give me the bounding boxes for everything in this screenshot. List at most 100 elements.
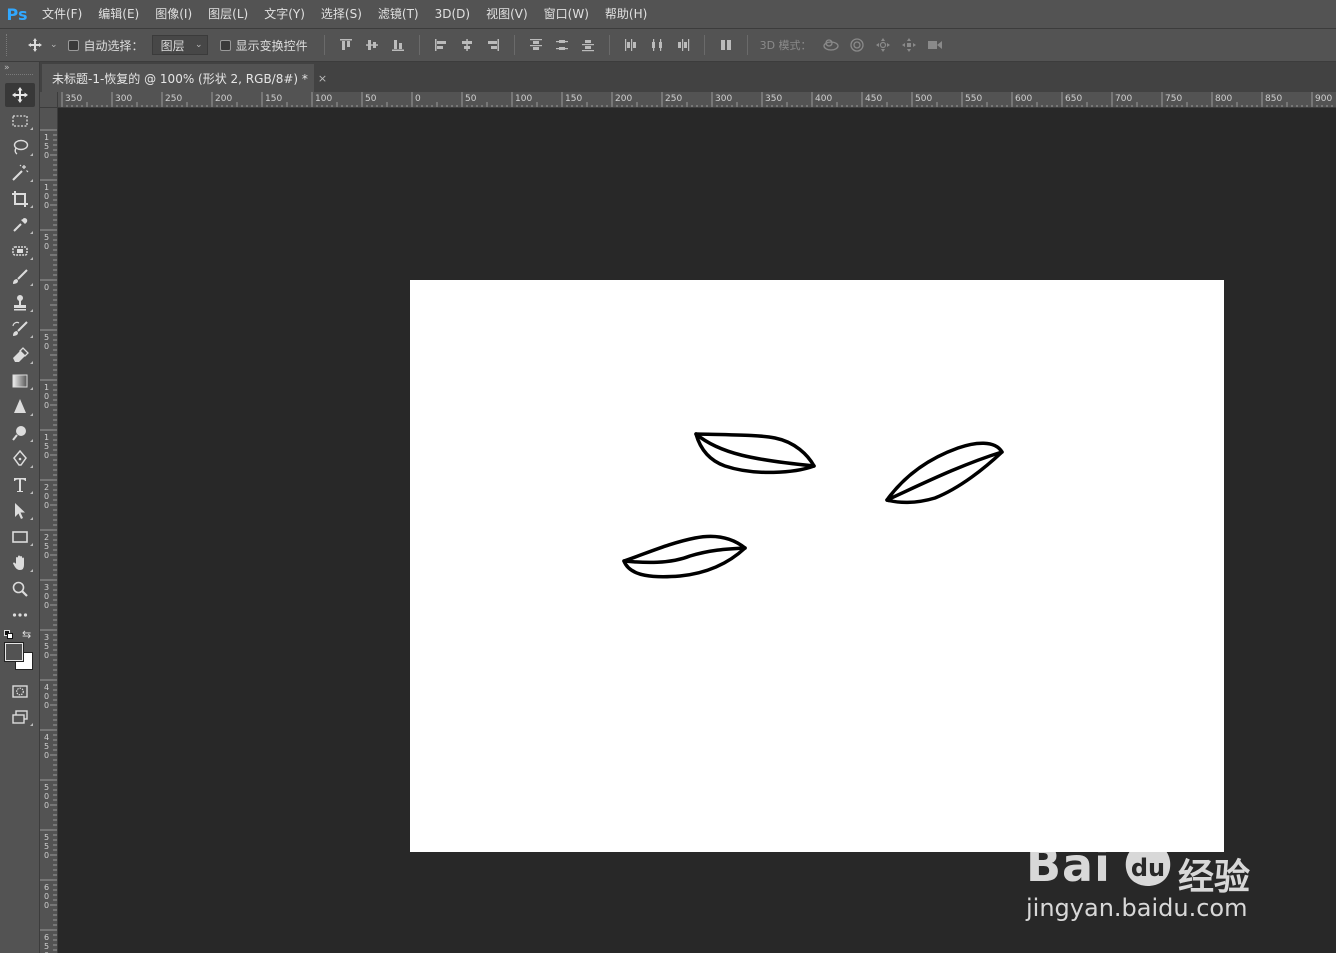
ruler-label: 0 bbox=[415, 94, 421, 104]
move-tool[interactable] bbox=[0, 82, 40, 108]
divider bbox=[513, 35, 515, 55]
document-canvas[interactable] bbox=[410, 280, 1224, 852]
slide-3d-icon[interactable] bbox=[896, 33, 922, 57]
ruler-label: 3 bbox=[44, 583, 49, 592]
checkbox-box[interactable] bbox=[67, 39, 79, 51]
align-right-icon[interactable] bbox=[480, 33, 506, 57]
menu-type[interactable]: 文字(Y) bbox=[256, 0, 313, 28]
orbit-3d-icon[interactable] bbox=[818, 33, 844, 57]
horizontal-ruler[interactable]: 350 300 250 200 150 100 50 0 50 100 150 200 250 300 35… bbox=[58, 92, 1336, 108]
menu-view[interactable]: 视图(V) bbox=[478, 0, 536, 28]
distribute-right-icon[interactable] bbox=[670, 33, 696, 57]
ruler-label: 0 bbox=[44, 692, 49, 701]
brush-tool[interactable] bbox=[0, 264, 40, 290]
divider bbox=[323, 35, 325, 55]
ruler-label: 0 bbox=[44, 192, 49, 201]
spot-healing-tool[interactable] bbox=[0, 238, 40, 264]
crop-tool[interactable] bbox=[0, 186, 40, 212]
pan-3d-icon[interactable] bbox=[870, 33, 896, 57]
align-vertical-center-icon[interactable] bbox=[359, 33, 385, 57]
horizontal-ruler-scale: 350 300 250 200 150 100 50 0 50 100 150 200 250 300 35… bbox=[61, 92, 1333, 107]
leaf-shape-2[interactable] bbox=[885, 441, 1004, 505]
ruler-label: 0 bbox=[44, 501, 49, 510]
ruler-label: 5 bbox=[44, 542, 49, 551]
document-title: 未标题-1-恢复的 @ 100% (形状 2, RGB/8#) * bbox=[52, 71, 308, 86]
menu-layer[interactable]: 图层(L) bbox=[200, 0, 256, 28]
close-icon[interactable]: × bbox=[318, 72, 327, 85]
auto-align-layers-icon[interactable] bbox=[713, 33, 739, 57]
ruler-origin[interactable] bbox=[40, 92, 58, 108]
panel-grip[interactable] bbox=[6, 74, 33, 82]
ruler-label: 0 bbox=[44, 651, 49, 660]
distribute-left-icon[interactable] bbox=[618, 33, 644, 57]
checkbox-box[interactable] bbox=[219, 39, 231, 51]
blur-drop-icon bbox=[14, 399, 26, 413]
options-bar: ⌄ 自动选择： 图层 ⌄ 显示变换控件 3D 模式： bbox=[0, 28, 1336, 62]
roll-3d-icon[interactable] bbox=[844, 33, 870, 57]
menu-image[interactable]: 图像(I) bbox=[147, 0, 200, 28]
document-tab[interactable]: 未标题-1-恢复的 @ 100% (形状 2, RGB/8#) * × bbox=[42, 64, 327, 92]
ruler-label: 5 bbox=[44, 442, 49, 451]
marquee-icon bbox=[12, 115, 28, 127]
menu-file[interactable]: 文件(F) bbox=[34, 0, 90, 28]
menu-edit[interactable]: 编辑(E) bbox=[90, 0, 147, 28]
screen-mode-tool[interactable] bbox=[0, 704, 40, 730]
rectangular-marquee-tool[interactable] bbox=[0, 108, 40, 134]
path-selection-tool[interactable] bbox=[0, 498, 40, 524]
eraser-tool[interactable] bbox=[0, 342, 40, 368]
scale-3d-icon[interactable] bbox=[922, 33, 948, 57]
stamp-icon bbox=[14, 295, 26, 311]
chevron-down-icon[interactable]: ⌄ bbox=[50, 40, 58, 50]
vertical-ruler[interactable]: 1501005005010015020025030035040045050055… bbox=[40, 108, 58, 953]
clone-stamp-tool[interactable] bbox=[0, 290, 40, 316]
align-bottom-icon[interactable] bbox=[385, 33, 411, 57]
hand-tool[interactable] bbox=[0, 550, 40, 576]
leaf-shape-1[interactable] bbox=[694, 432, 816, 475]
menu-filter[interactable]: 滤镜(T) bbox=[370, 0, 427, 28]
leaf-shape-3[interactable] bbox=[622, 534, 747, 579]
eyedropper-tool[interactable] bbox=[0, 212, 40, 238]
menu-help[interactable]: 帮助(H) bbox=[597, 0, 655, 28]
dodge-tool[interactable] bbox=[0, 420, 40, 446]
auto-select-checkbox[interactable]: 自动选择： bbox=[67, 37, 144, 54]
crop-icon bbox=[12, 191, 28, 207]
menu-select[interactable]: 选择(S) bbox=[313, 0, 370, 28]
menu-window[interactable]: 窗口(W) bbox=[536, 0, 597, 28]
ruler-label: 2 bbox=[44, 533, 49, 542]
distribute-bottom-icon[interactable] bbox=[575, 33, 601, 57]
align-left-icon[interactable] bbox=[428, 33, 454, 57]
ruler-label: 700 bbox=[1115, 94, 1132, 104]
menu-3d[interactable]: 3D(D) bbox=[427, 0, 478, 28]
swap-colors-icon[interactable]: ⇆ bbox=[22, 628, 31, 641]
lasso-tool[interactable] bbox=[0, 134, 40, 160]
magic-wand-tool[interactable] bbox=[0, 160, 40, 186]
zoom-tool[interactable] bbox=[0, 576, 40, 602]
blur-tool[interactable] bbox=[0, 394, 40, 420]
distribute-horizontal-center-icon[interactable] bbox=[644, 33, 670, 57]
pen-tool[interactable] bbox=[0, 446, 40, 472]
ruler-label: 0 bbox=[44, 392, 49, 401]
type-tool[interactable] bbox=[0, 472, 40, 498]
distribute-top-icon[interactable] bbox=[523, 33, 549, 57]
align-horizontal-center-icon[interactable] bbox=[454, 33, 480, 57]
arrow-pointer-icon bbox=[15, 503, 25, 519]
default-colors-icon[interactable] bbox=[4, 630, 14, 640]
show-transform-checkbox[interactable]: 显示变换控件 bbox=[219, 37, 308, 54]
gradient-tool[interactable] bbox=[0, 368, 40, 394]
eyedropper-icon bbox=[13, 218, 28, 232]
auto-select-dropdown[interactable]: 图层 ⌄ bbox=[151, 35, 208, 55]
ruler-label: 1 bbox=[44, 183, 49, 192]
distribute-vertical-center-icon[interactable] bbox=[549, 33, 575, 57]
quick-mask-tool[interactable] bbox=[0, 678, 40, 704]
ruler-label: 0 bbox=[44, 801, 49, 810]
rectangle-tool[interactable] bbox=[0, 524, 40, 550]
align-top-icon[interactable] bbox=[333, 33, 359, 57]
tool-preset-move-icon[interactable] bbox=[20, 33, 50, 57]
options-grip[interactable] bbox=[6, 34, 10, 56]
history-brush-tool[interactable] bbox=[0, 316, 40, 342]
foreground-color-swatch[interactable] bbox=[5, 643, 23, 661]
ruler-label: 650 bbox=[1065, 94, 1082, 104]
more-tools[interactable] bbox=[0, 602, 40, 628]
collapse-panel-icon[interactable]: » bbox=[0, 62, 39, 74]
ruler-label: 50 bbox=[465, 94, 477, 104]
